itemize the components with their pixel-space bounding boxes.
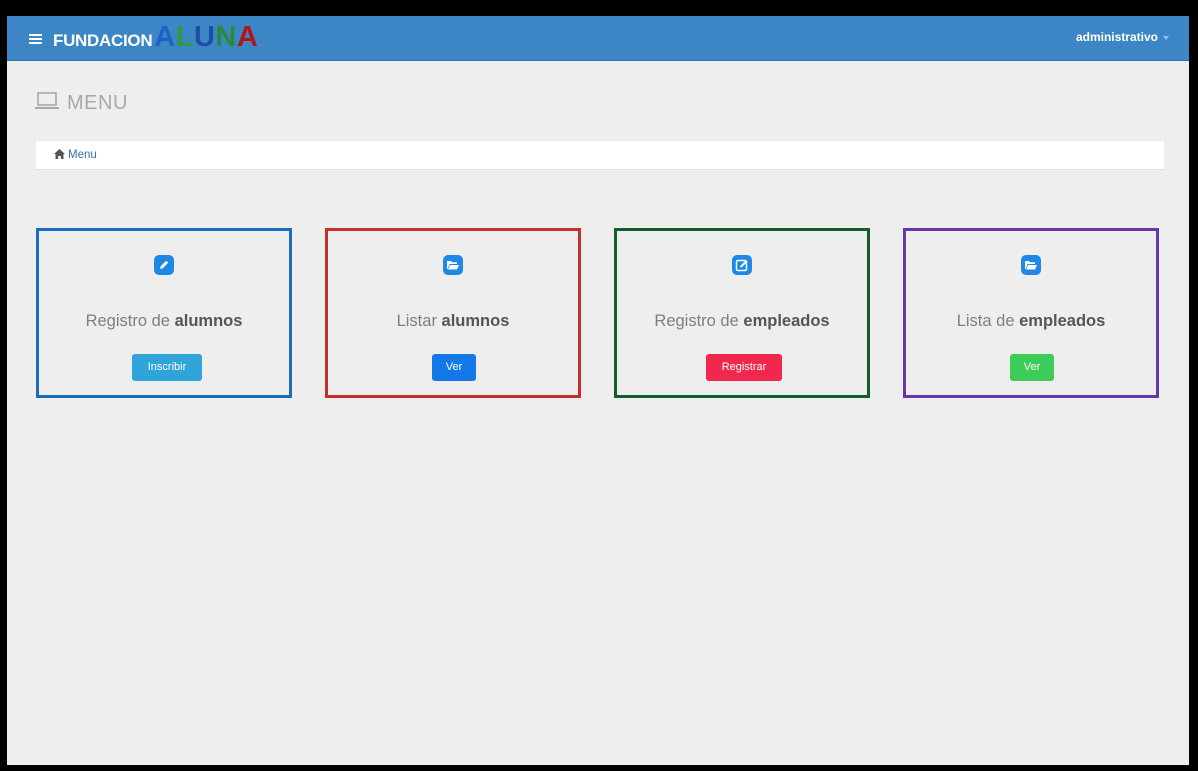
brand-prefix: FUNDACION [53, 31, 153, 50]
brand-letter: U [193, 21, 216, 53]
card-title-bold: alumnos [174, 312, 243, 330]
top-navbar: FUNDACIONALUNA administrativo [7, 16, 1189, 61]
brand-aluna: ALUNA [154, 21, 258, 53]
app-frame: FUNDACIONALUNA administrativo MENU Menu [7, 16, 1189, 765]
card-title: Registro de alumnos [39, 312, 289, 331]
brand-logo[interactable]: FUNDACIONALUNA [53, 22, 258, 52]
laptop-icon [35, 92, 59, 115]
card-title: Registro de empleados [617, 312, 867, 331]
card-listar-alumnos: Listar alumnos Ver [325, 228, 581, 398]
card-title-bold: empleados [743, 312, 830, 330]
breadcrumb-label: Menu [68, 149, 97, 161]
breadcrumb: Menu [36, 141, 1164, 170]
card-title-prefix: Listar [396, 312, 437, 330]
card-title-prefix: Registro de [85, 312, 170, 330]
card-title-prefix: Registro de [654, 312, 739, 330]
card-registro-alumnos: Registro de alumnos Inscribir [36, 228, 292, 398]
breadcrumb-item-menu[interactable]: Menu [54, 149, 97, 162]
brand-letter: L [175, 21, 194, 53]
user-menu[interactable]: administrativo [1076, 30, 1169, 44]
hamburger-icon[interactable] [29, 33, 42, 44]
card-registro-empleados: Registro de empleados Registrar [614, 228, 870, 398]
page-title: MENU [67, 92, 128, 114]
inscribir-button[interactable]: Inscribir [132, 354, 202, 381]
registrar-button[interactable]: Registrar [706, 354, 782, 381]
home-icon [54, 149, 65, 162]
ver-empleados-button[interactable]: Ver [1010, 354, 1054, 381]
folder-open-icon[interactable] [1021, 255, 1041, 275]
card-title: Listar alumnos [328, 312, 578, 331]
page-header: MENU [35, 92, 128, 118]
brand-letter: A [236, 21, 259, 53]
edit-icon[interactable] [732, 255, 752, 275]
card-title: Lista de empleados [906, 312, 1156, 331]
card-lista-empleados: Lista de empleados Ver [903, 228, 1159, 398]
folder-open-icon[interactable] [443, 255, 463, 275]
user-name: administrativo [1075, 30, 1158, 44]
ver-alumnos-button[interactable]: Ver [432, 354, 476, 381]
card-title-bold: alumnos [441, 312, 510, 330]
card-title-bold: empleados [1019, 312, 1106, 330]
card-title-prefix: Lista de [956, 312, 1015, 330]
brand-letter: A [154, 21, 176, 53]
pencil-icon[interactable] [154, 255, 174, 275]
brand-letter: N [215, 21, 237, 53]
caret-down-icon [1163, 35, 1169, 40]
